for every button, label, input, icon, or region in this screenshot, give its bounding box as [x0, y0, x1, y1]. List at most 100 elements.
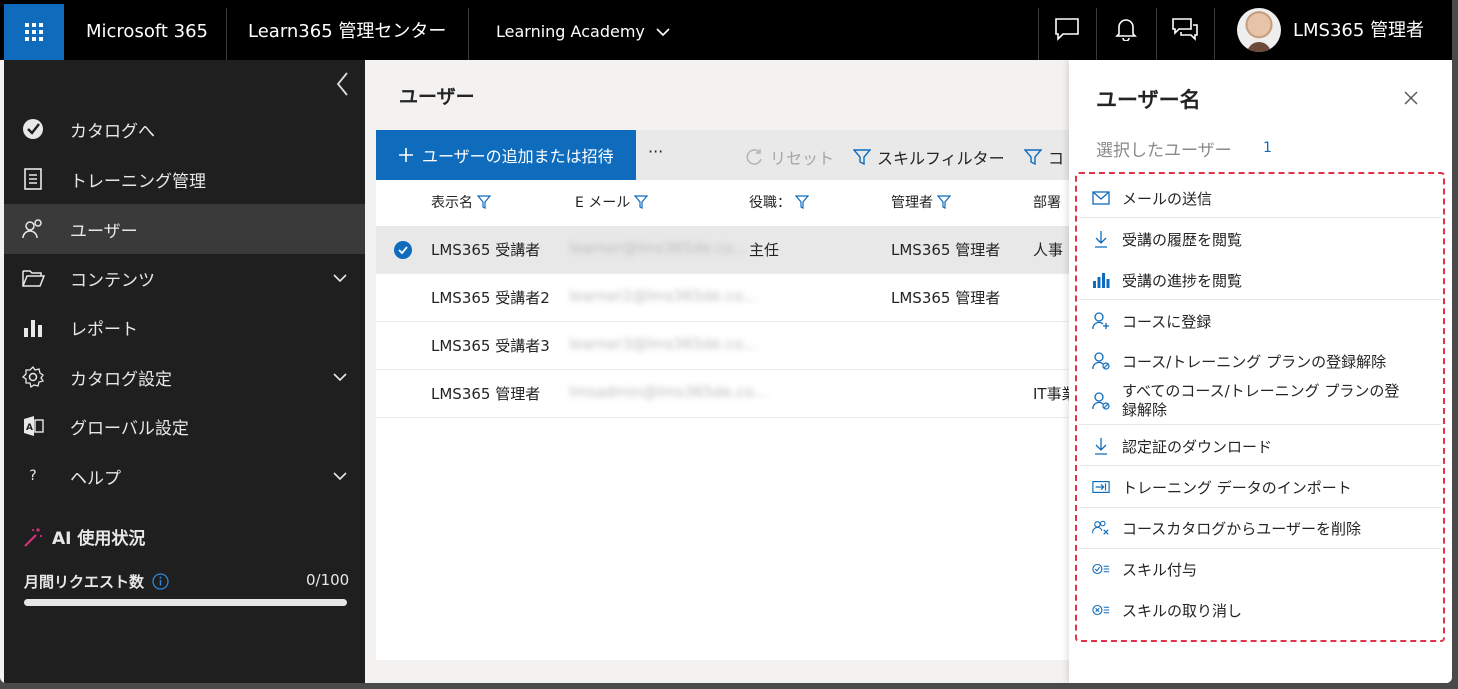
clipboard-icon — [20, 166, 46, 192]
cell-department: 人事 — [1033, 241, 1064, 259]
person-remove-icon — [1092, 352, 1110, 370]
enroll-course-action[interactable]: コースに登録 — [1092, 311, 1432, 332]
download-certificate-action[interactable]: 認定証のダウンロード — [1092, 436, 1432, 457]
info-icon[interactable] — [152, 573, 169, 590]
checkmark-icon[interactable] — [394, 241, 412, 259]
more-button[interactable]: ··· — [648, 142, 663, 161]
sidebar-item-reports[interactable]: レポート — [4, 302, 365, 352]
cell-email: learner@lms365de.co... — [569, 239, 748, 257]
gear-icon — [20, 364, 46, 390]
filter-icon — [634, 195, 649, 209]
remove-from-catalog-action[interactable]: コースカタログからユーザーを削除 — [1092, 518, 1432, 539]
sidebar-item-help[interactable]: ? ヘルプ — [4, 451, 365, 501]
grant-skill-action[interactable]: スキル付与 — [1092, 559, 1432, 580]
filter-icon — [477, 195, 491, 209]
action-label: トレーニング データのインポート — [1122, 479, 1352, 497]
monthly-requests-progress — [24, 599, 347, 606]
view-history-action[interactable]: 受講の履歴を閲覧 — [1092, 229, 1432, 250]
sidebar-item-users[interactable]: ユーザー — [4, 204, 365, 254]
divider — [468, 8, 469, 60]
user-name[interactable]: LMS365 管理者 — [1293, 19, 1424, 43]
close-icon[interactable] — [1403, 90, 1419, 106]
person-remove-icon — [1092, 392, 1110, 410]
panel-title: ユーザー名 — [1096, 88, 1201, 112]
sidebar-item-label: ユーザー — [70, 221, 138, 242]
users-table: 表示名 E メール 役職： 管理者 部署 LMS365 受講者 learner@… — [376, 180, 1077, 660]
column-header-title[interactable]: 役職： — [749, 192, 809, 212]
cell-name: LMS365 受講者3 — [431, 337, 550, 355]
table-row[interactable]: LMS365 受講者2 learner2@lms365de.co... LMS3… — [376, 274, 1070, 322]
action-label: 認定証のダウンロード — [1122, 438, 1273, 456]
divider — [1038, 8, 1039, 60]
column-header-manager[interactable]: 管理者 — [891, 192, 951, 212]
filter-button[interactable]: コ — [1024, 145, 1064, 169]
sidebar-item-contents[interactable]: コンテンツ — [4, 253, 365, 303]
monthly-requests-label: 月間リクエスト数 — [24, 573, 145, 591]
cell-manager: LMS365 管理者 — [891, 241, 1001, 259]
command-bar: ユーザーの追加または招待 ··· リセット スキルフィルター コ — [376, 130, 1070, 180]
avatar[interactable] — [1237, 8, 1281, 52]
waffle-icon — [25, 23, 43, 41]
chevron-down-icon — [333, 274, 347, 283]
chevron-down-icon — [656, 28, 670, 37]
bar-chart-icon — [20, 314, 46, 340]
sidebar-item-label: レポート — [70, 319, 138, 340]
folder-icon — [20, 265, 46, 291]
sidebar-item-label: カタログ設定 — [70, 369, 172, 390]
skill-revoke-icon — [1092, 601, 1110, 619]
magic-wand-icon — [24, 527, 42, 547]
catalog-check-icon — [20, 116, 46, 142]
divider — [1079, 548, 1441, 549]
tenant-switcher[interactable]: Learning Academy — [496, 20, 670, 44]
import-training-data-action[interactable]: トレーニング データのインポート — [1092, 477, 1432, 498]
monthly-requests-count: 0/100 — [306, 571, 350, 589]
unenroll-all-action[interactable]: すべてのコース/トレーニング プランの登録解除 — [1092, 382, 1432, 420]
unenroll-action[interactable]: コース/トレーニング プランの登録解除 — [1092, 351, 1432, 372]
collapse-sidebar-icon[interactable] — [333, 70, 353, 98]
table-row[interactable]: LMS365 受講者3 learner3@lms365de.co... — [376, 322, 1070, 370]
column-header-email[interactable]: E メール — [575, 192, 649, 212]
monthly-requests-label-row: 月間リクエスト数 — [24, 571, 169, 592]
send-email-action[interactable]: メールの送信 — [1092, 188, 1432, 209]
sidebar-item-training[interactable]: トレーニング管理 — [4, 154, 365, 204]
divider — [1079, 465, 1441, 466]
download-arrow-icon — [1092, 230, 1110, 248]
column-header-label: E メール — [575, 195, 631, 211]
column-header-label: 表示名 — [431, 195, 473, 211]
svg-text:A: A — [26, 423, 33, 433]
feedback-button[interactable] — [1052, 14, 1082, 44]
bar-chart-icon — [1092, 271, 1110, 289]
suite-name[interactable]: Microsoft 365 — [86, 20, 208, 44]
add-user-label: ユーザーの追加または招待 — [422, 147, 614, 166]
notifications-button[interactable] — [1111, 14, 1141, 44]
app-launcher-button[interactable] — [4, 4, 64, 60]
chevron-down-icon — [333, 373, 347, 382]
refresh-icon — [746, 149, 762, 165]
cell-name: LMS365 受講者2 — [431, 289, 550, 307]
ai-usage-heading: AI 使用状況 — [22, 524, 145, 549]
cell-email: learner2@lms365de.co... — [569, 287, 758, 305]
mail-send-icon — [1092, 189, 1110, 207]
user-actions-panel: ユーザー名 選択したユーザー 1 メールの送信 受講の履歴を閲覧 受講の進捗を閲… — [1069, 60, 1452, 683]
view-progress-action[interactable]: 受講の進捗を閲覧 — [1092, 270, 1432, 291]
revoke-skill-action[interactable]: スキルの取り消し — [1092, 600, 1432, 621]
table-row[interactable]: LMS365 管理者 lmsadmin@lms365de.co... IT事業 — [376, 370, 1077, 418]
table-row[interactable]: LMS365 受講者 learner@lms365de.co... 主任 LMS… — [376, 226, 1070, 274]
skill-filter-button[interactable]: スキルフィルター — [853, 145, 1005, 169]
add-user-button[interactable]: ユーザーの追加または招待 — [376, 130, 636, 180]
app-name[interactable]: Learn365 管理センター — [248, 20, 446, 44]
filter-icon — [1024, 149, 1042, 166]
whats-new-button[interactable] — [1170, 14, 1200, 44]
column-header-name[interactable]: 表示名 — [431, 192, 491, 212]
messages-icon — [1172, 18, 1198, 41]
reset-button[interactable]: リセット — [744, 145, 834, 169]
top-bar: Microsoft 365 Learn365 管理センター Learning A… — [0, 0, 1452, 60]
users-icon — [20, 216, 46, 242]
divider — [1156, 8, 1157, 60]
sidebar-item-catalog-settings[interactable]: カタログ設定 — [4, 352, 365, 402]
column-header-department[interactable]: 部署 — [1033, 192, 1061, 212]
selected-users-count: 1 — [1263, 140, 1272, 156]
sidebar-item-global-settings[interactable]: A グローバル設定 — [4, 401, 365, 451]
column-header-label: 管理者 — [891, 195, 933, 211]
sidebar-item-catalog[interactable]: カタログへ — [4, 104, 365, 154]
